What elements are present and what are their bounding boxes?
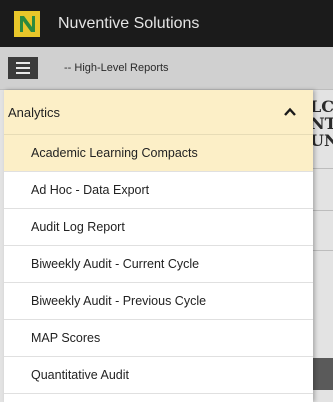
menu-item-label: Ad Hoc - Data Export: [31, 183, 150, 197]
app-title: Nuventive Solutions: [58, 14, 200, 32]
menu-item-map-scores[interactable]: MAP Scores: [4, 320, 313, 357]
hamburger-icon[interactable]: [8, 57, 38, 79]
menu-item-label: Academic Learning Compacts: [31, 146, 198, 160]
reports-drawer: Analytics Academic Learning Compacts Ad …: [4, 90, 313, 402]
divider: [313, 250, 333, 251]
menu-item-academic-learning-compacts[interactable]: Academic Learning Compacts: [4, 135, 313, 172]
menu-item-label: Quantitative Audit: [31, 368, 129, 382]
navigation-bar: -- High-Level Reports: [0, 47, 333, 90]
menu-item-biweekly-audit-current[interactable]: Biweekly Audit - Current Cycle: [4, 246, 313, 283]
breadcrumb: -- High-Level Reports: [64, 62, 169, 74]
menu-item-ad-hoc-data-export[interactable]: Ad Hoc - Data Export: [4, 172, 313, 209]
menu-item-biweekly-audit-previous[interactable]: Biweekly Audit - Previous Cycle: [4, 283, 313, 320]
background-dark-bar: [313, 358, 333, 390]
menu-item-quantitative-audit[interactable]: Quantitative Audit: [4, 357, 313, 394]
top-app-bar: Nuventive Solutions: [0, 0, 333, 47]
chevron-up-icon[interactable]: [283, 105, 297, 119]
menu-item-label: Biweekly Audit - Current Cycle: [31, 257, 200, 271]
section-label: Analytics: [8, 104, 61, 120]
menu-item-audit-log-report[interactable]: Audit Log Report: [4, 209, 313, 246]
menu-item-label: MAP Scores: [31, 331, 101, 345]
section-header-analytics[interactable]: Analytics: [4, 90, 313, 135]
divider: [313, 210, 333, 211]
divider: [313, 168, 333, 169]
nuventive-logo-icon[interactable]: [14, 10, 40, 37]
menu-item-label: Audit Log Report: [31, 220, 125, 234]
background-title-fragment: LC NT UN: [310, 97, 333, 150]
menu-item-label: Biweekly Audit - Previous Cycle: [31, 294, 207, 308]
